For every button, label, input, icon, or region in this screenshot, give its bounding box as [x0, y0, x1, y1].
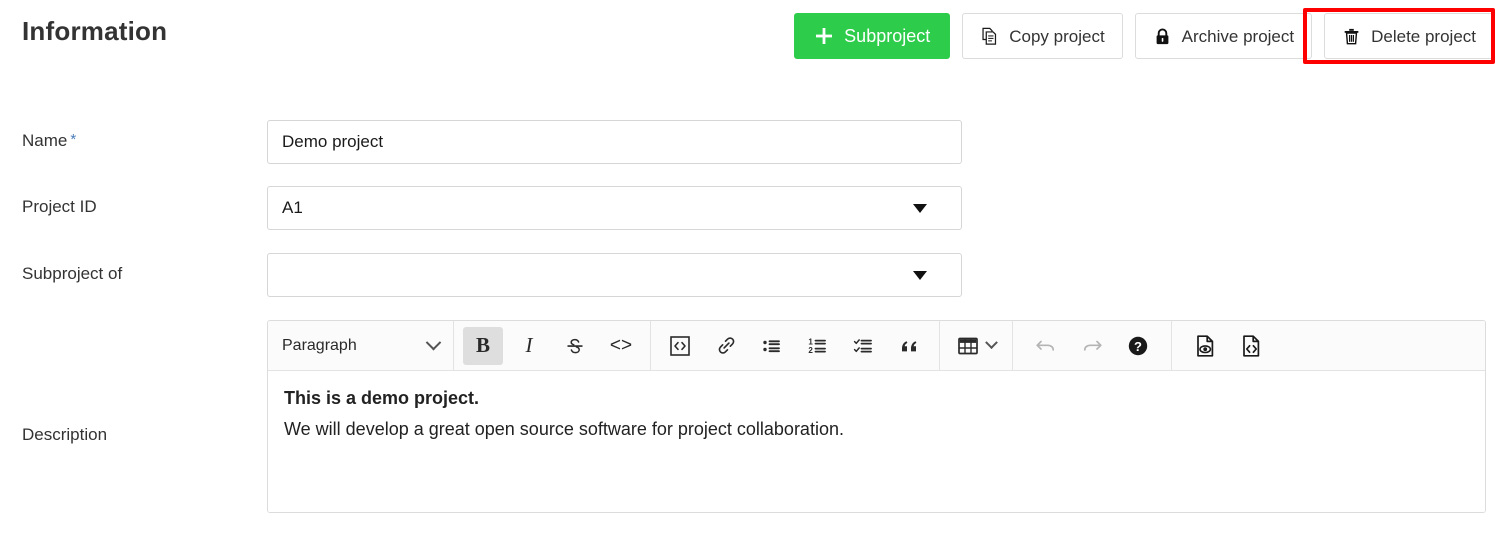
bullet-list-button[interactable]	[752, 327, 792, 365]
strikethrough-icon	[567, 338, 583, 353]
chevron-down-icon	[985, 336, 998, 350]
copy-project-button[interactable]: Copy project	[962, 13, 1123, 59]
subproject-of-select[interactable]	[267, 253, 962, 297]
header-actions-toolbar: Subproject Copy project Archive project …	[794, 13, 1494, 59]
subproject-of-field-label: Subproject of	[22, 264, 123, 283]
undo-button[interactable]	[1026, 327, 1066, 365]
trash-icon	[1342, 27, 1361, 46]
table-button[interactable]	[949, 327, 1003, 365]
source-button[interactable]	[1231, 327, 1271, 365]
redo-button[interactable]	[1072, 327, 1112, 365]
redo-icon	[1083, 340, 1102, 351]
paragraph-style-select[interactable]: Paragraph	[268, 321, 453, 371]
code-block-icon	[670, 335, 690, 356]
name-label-text: Name	[22, 131, 68, 150]
editor-format-group: B I <>	[454, 321, 651, 371]
document-source-icon	[1243, 334, 1260, 357]
project-id-select[interactable]: A1	[267, 186, 962, 230]
svg-text:1: 1	[808, 337, 813, 346]
quote-icon	[902, 340, 917, 351]
chevron-down-icon	[425, 334, 442, 351]
name-input[interactable]: Demo project	[267, 120, 962, 164]
task-list-icon	[853, 338, 872, 353]
svg-text:?: ?	[1134, 339, 1142, 354]
numbered-list-button[interactable]: 1 2	[798, 327, 838, 365]
delete-project-button[interactable]: Delete project	[1324, 13, 1494, 59]
numbered-list-icon: 1 2	[808, 337, 826, 355]
description-field-label: Description	[22, 425, 108, 444]
italic-button[interactable]: I	[509, 327, 549, 365]
name-field-label: Name *	[22, 131, 76, 151]
description-rich-text-editor[interactable]: Paragraph B I <> 1 2 ? This is a demo pr…	[267, 320, 1486, 513]
archive-project-label: Archive project	[1181, 26, 1295, 46]
svg-text:2: 2	[808, 346, 813, 355]
help-icon: ?	[1128, 336, 1148, 355]
table-icon	[958, 337, 978, 354]
code-block-button[interactable]	[660, 327, 700, 365]
page-title: Information	[22, 16, 168, 46]
editor-view-group	[1172, 321, 1284, 371]
bold-button[interactable]: B	[463, 326, 503, 365]
inline-code-button[interactable]: <>	[601, 327, 641, 365]
add-subproject-button[interactable]: Subproject	[794, 13, 951, 59]
link-icon	[718, 337, 734, 354]
task-list-button[interactable]	[844, 327, 884, 365]
copy-icon	[980, 27, 999, 46]
document-preview-icon	[1197, 334, 1214, 357]
information-page: Information Subproject Copy project Arch…	[0, 0, 1500, 533]
name-input-value: Demo project	[282, 132, 384, 151]
description-paragraph: This is a demo project.	[284, 388, 480, 408]
editor-history-group: ?	[1013, 321, 1172, 371]
description-paragraph: We will develop a great open source soft…	[284, 419, 844, 440]
delete-project-label: Delete project	[1371, 26, 1476, 46]
editor-toolbar: Paragraph B I <> 1 2 ?	[268, 321, 1485, 371]
help-button[interactable]: ?	[1118, 327, 1158, 365]
chevron-down-icon	[913, 270, 927, 280]
undo-icon	[1036, 340, 1055, 351]
bullet-list-icon	[763, 339, 780, 352]
preview-button[interactable]	[1185, 327, 1225, 365]
editor-table-group	[940, 321, 1013, 371]
paragraph-style-value: Paragraph	[282, 336, 357, 354]
project-id-value: A1	[282, 198, 303, 217]
strikethrough-button[interactable]	[555, 327, 595, 365]
blockquote-button[interactable]	[890, 327, 930, 365]
plus-icon	[814, 26, 834, 46]
required-marker: *	[70, 131, 77, 148]
project-id-field-label: Project ID	[22, 197, 97, 216]
link-button[interactable]	[706, 327, 746, 365]
lock-icon	[1153, 27, 1172, 46]
copy-project-label: Copy project	[1009, 26, 1105, 46]
add-subproject-label: Subproject	[844, 26, 931, 46]
editor-block-group: 1 2	[651, 321, 940, 371]
archive-project-button[interactable]: Archive project	[1134, 13, 1313, 59]
chevron-down-icon	[913, 203, 927, 213]
description-editor-content[interactable]: This is a demo project. We will develop …	[268, 371, 1485, 512]
